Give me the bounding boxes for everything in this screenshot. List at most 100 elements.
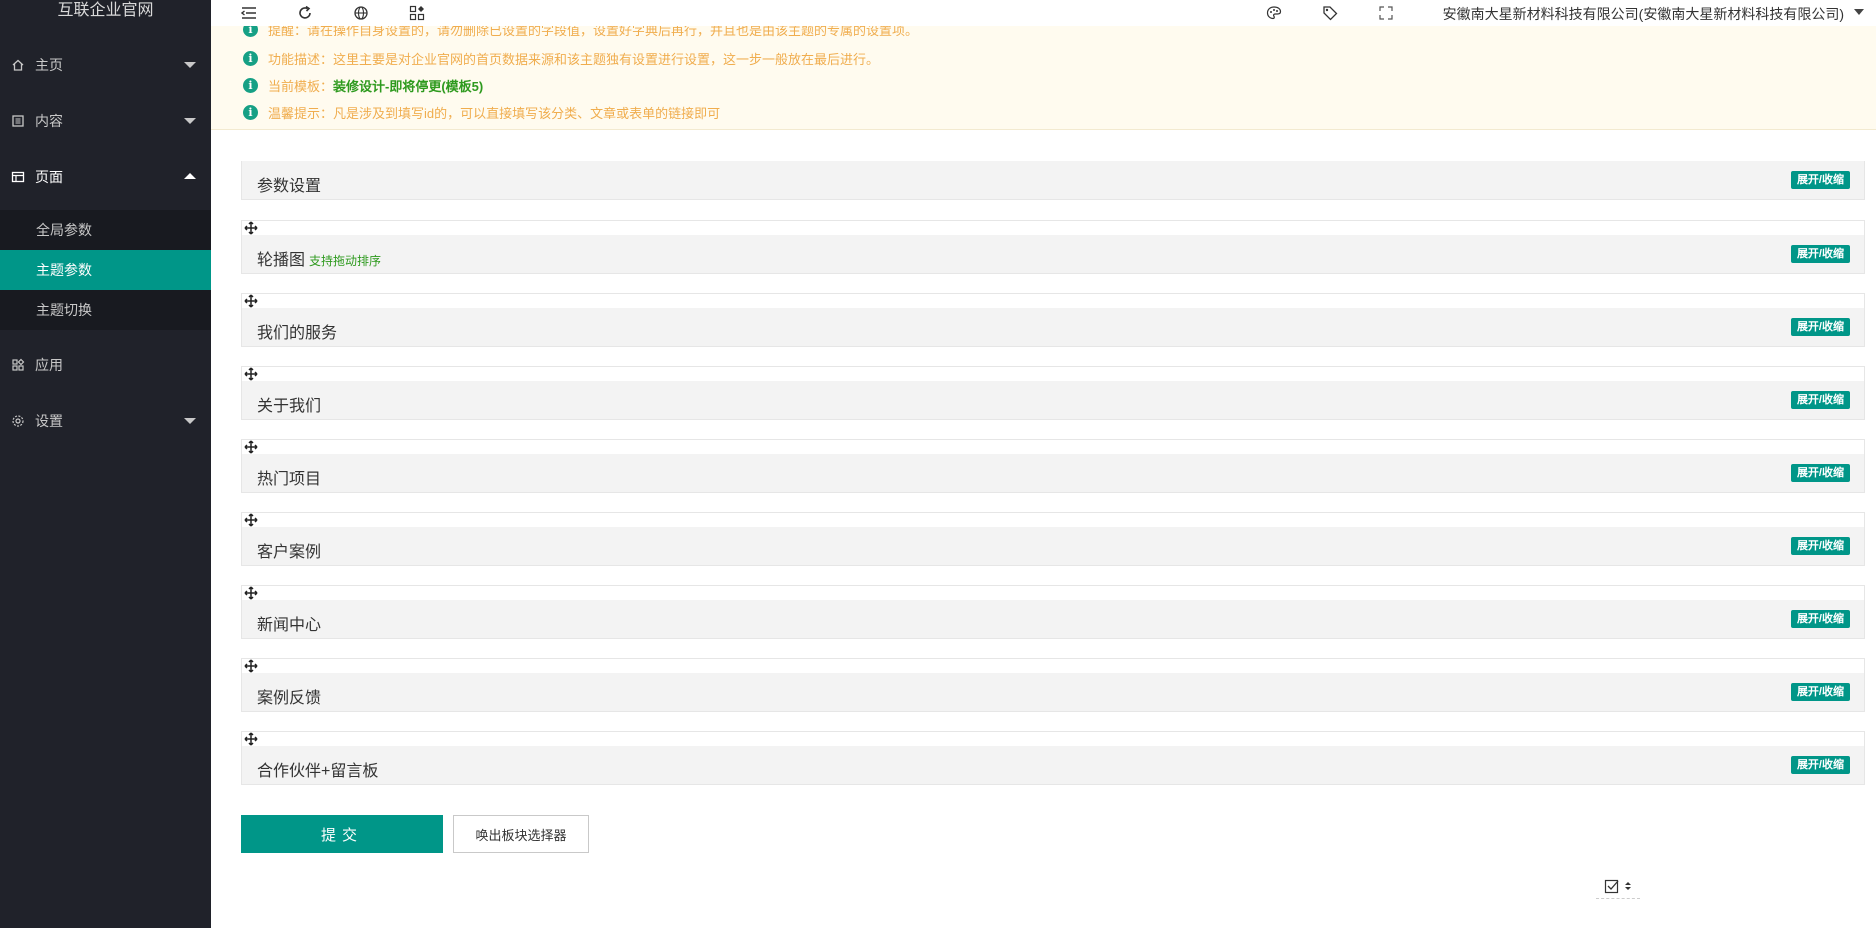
panel-header[interactable]: 关于我们 展开/收缩 <box>242 381 1864 419</box>
notice-text: 功能描述：这里主要是对企业官网的首页数据来源和该主题独有设置进行设置，这一步一般… <box>268 51 880 67</box>
notice-text: 提醒：请在操作自身设置的，请勿删除已设置的字段值，设置好字典后再行，并且也是由该… <box>268 26 919 38</box>
tag-icon[interactable] <box>1320 3 1340 23</box>
content-icon <box>11 114 25 128</box>
notice-line: i 当前模板： 装修设计-即将停更(模板5) <box>243 75 483 95</box>
panel-header[interactable]: 合作伙伴+留言板 展开/收缩 <box>242 746 1864 784</box>
panel-title: 轮播图 支持拖动排序 <box>257 246 381 270</box>
drag-handle-icon[interactable] <box>243 220 259 236</box>
home-icon <box>11 58 25 72</box>
info-icon: i <box>243 104 258 120</box>
chevron-down-icon <box>184 62 196 68</box>
drag-handle-icon[interactable] <box>243 731 259 747</box>
panel-partners: 合作伙伴+留言板 展开/收缩 <box>241 731 1865 785</box>
chevron-down-icon <box>184 418 196 424</box>
expand-collapse-button[interactable]: 展开/收缩 <box>1790 756 1850 774</box>
apps-icon <box>11 358 25 372</box>
gear-icon <box>11 414 25 428</box>
notice-line: i 温馨提示：凡是涉及到填写id的，可以直接填写该分类、文章或表单的链接即可 <box>243 102 720 122</box>
drag-handle-icon[interactable] <box>243 585 259 601</box>
sidebar-item-label: 设置 <box>35 413 63 429</box>
panel-carousel: 轮播图 支持拖动排序 展开/收缩 <box>241 220 1865 274</box>
panel-header[interactable]: 参数设置 展开/收缩 <box>242 161 1864 199</box>
apps-add-icon[interactable] <box>407 3 427 23</box>
sidebar: 互联企业官网 主页 内容 页面 全局参数 主题参数 主题切换 应用 设置 <box>0 0 211 928</box>
refresh-icon[interactable] <box>295 3 315 23</box>
panel-title: 案例反馈 <box>257 690 322 707</box>
sidebar-subitem-global-params[interactable]: 全局参数 <box>0 210 211 250</box>
sidebar-subitem-theme-switch[interactable]: 主题切换 <box>0 290 211 330</box>
panel-header[interactable]: 轮播图 支持拖动排序 展开/收缩 <box>242 235 1864 273</box>
sidebar-item-label: 页面 <box>35 169 63 185</box>
mini-toolbar-widget[interactable] <box>1596 879 1640 899</box>
submit-button[interactable]: 提交 <box>241 815 443 853</box>
panel-header[interactable]: 客户案例 展开/收缩 <box>242 527 1864 565</box>
panel-title-text: 轮播图 <box>257 252 306 269</box>
chevron-up-icon <box>184 173 196 179</box>
drag-handle-icon[interactable] <box>243 658 259 674</box>
panel-feedback: 案例反馈 展开/收缩 <box>241 658 1865 712</box>
expand-collapse-button[interactable]: 展开/收缩 <box>1790 537 1850 555</box>
sidebar-item-home[interactable]: 主页 <box>0 37 211 93</box>
panel-title: 关于我们 <box>257 398 322 415</box>
drag-handle-icon[interactable] <box>243 439 259 455</box>
chevron-down-icon[interactable] <box>1854 9 1864 15</box>
palette-icon[interactable] <box>1264 3 1284 23</box>
sort-arrows-icon[interactable] <box>1624 879 1632 898</box>
expand-collapse-button[interactable]: 展开/收缩 <box>1790 464 1850 482</box>
expand-collapse-button[interactable]: 展开/收缩 <box>1790 318 1850 336</box>
panel-news: 新闻中心 展开/收缩 <box>241 585 1865 639</box>
app-title: 互联企业官网 <box>57 2 154 19</box>
panel-title: 我们的服务 <box>257 325 338 342</box>
panel-header[interactable]: 新闻中心 展开/收缩 <box>242 600 1864 638</box>
info-icon: i <box>243 50 258 66</box>
sidebar-item-apps[interactable]: 应用 <box>0 337 211 393</box>
sidebar-item-label: 主页 <box>35 57 63 73</box>
block-picker-button[interactable]: 唤出板块选择器 <box>453 815 589 853</box>
panel-title: 新闻中心 <box>257 617 322 634</box>
notice-text: 当前模板： <box>268 78 334 94</box>
expand-collapse-button[interactable]: 展开/收缩 <box>1790 245 1850 263</box>
panel-title: 参数设置 <box>257 178 322 195</box>
fullscreen-icon[interactable] <box>1376 3 1396 23</box>
checkbox-icon[interactable] <box>1604 878 1620 899</box>
sidebar-item-label: 内容 <box>35 113 63 129</box>
panel-services: 我们的服务 展开/收缩 <box>241 293 1865 347</box>
panel-cases: 客户案例 展开/收缩 <box>241 512 1865 566</box>
panel-title: 合作伙伴+留言板 <box>257 763 379 780</box>
sidebar-item-page[interactable]: 页面 <box>0 149 211 205</box>
panel-header[interactable]: 案例反馈 展开/收缩 <box>242 673 1864 711</box>
panel-params: 参数设置 展开/收缩 <box>241 161 1865 200</box>
expand-collapse-button[interactable]: 展开/收缩 <box>1790 610 1850 628</box>
drag-handle-icon[interactable] <box>243 512 259 528</box>
page-icon <box>11 170 25 184</box>
company-selector[interactable]: 安徽南大星新材料科技有限公司(安徽南大星新材料科技有限公司) <box>1443 4 1844 24</box>
sidebar-item-label: 应用 <box>35 357 63 373</box>
panel-hot-projects: 热门项目 展开/收缩 <box>241 439 1865 493</box>
expand-collapse-button[interactable]: 展开/收缩 <box>1790 683 1850 701</box>
sidebar-item-settings[interactable]: 设置 <box>0 393 211 449</box>
sidebar-subitem-theme-params[interactable]: 主题参数 <box>0 250 211 290</box>
info-icon: i <box>243 26 258 37</box>
panel-title: 热门项目 <box>257 471 322 488</box>
sidebar-submenu: 全局参数 主题参数 主题切换 <box>0 210 211 330</box>
drag-handle-icon[interactable] <box>243 293 259 309</box>
notice-line: i 功能描述：这里主要是对企业官网的首页数据来源和该主题独有设置进行设置，这一步… <box>243 48 879 68</box>
panel-header[interactable]: 我们的服务 展开/收缩 <box>242 308 1864 346</box>
globe-icon[interactable] <box>351 3 371 23</box>
notice-text: 温馨提示：凡是涉及到填写id的，可以直接填写该分类、文章或表单的链接即可 <box>268 105 721 121</box>
menu-toggle-icon[interactable] <box>239 3 259 23</box>
current-template: 装修设计-即将停更(模板5) <box>333 78 484 94</box>
sidebar-item-content[interactable]: 内容 <box>0 93 211 149</box>
panel-about: 关于我们 展开/收缩 <box>241 366 1865 420</box>
panel-note: 支持拖动排序 <box>309 254 382 268</box>
drag-handle-icon[interactable] <box>243 366 259 382</box>
notice-line: i 提醒：请在操作自身设置的，请勿删除已设置的字段值，设置好字典后再行，并且也是… <box>243 26 918 39</box>
info-icon: i <box>243 77 258 93</box>
notice-box: i 提醒：请在操作自身设置的，请勿删除已设置的字段值，设置好字典后再行，并且也是… <box>211 26 1876 130</box>
expand-collapse-button[interactable]: 展开/收缩 <box>1790 171 1850 189</box>
panel-header[interactable]: 热门项目 展开/收缩 <box>242 454 1864 492</box>
expand-collapse-button[interactable]: 展开/收缩 <box>1790 391 1850 409</box>
top-header: 安徽南大星新材料科技有限公司(安徽南大星新材料科技有限公司) <box>211 0 1876 26</box>
chevron-down-icon <box>184 118 196 124</box>
panel-title: 客户案例 <box>257 544 322 561</box>
